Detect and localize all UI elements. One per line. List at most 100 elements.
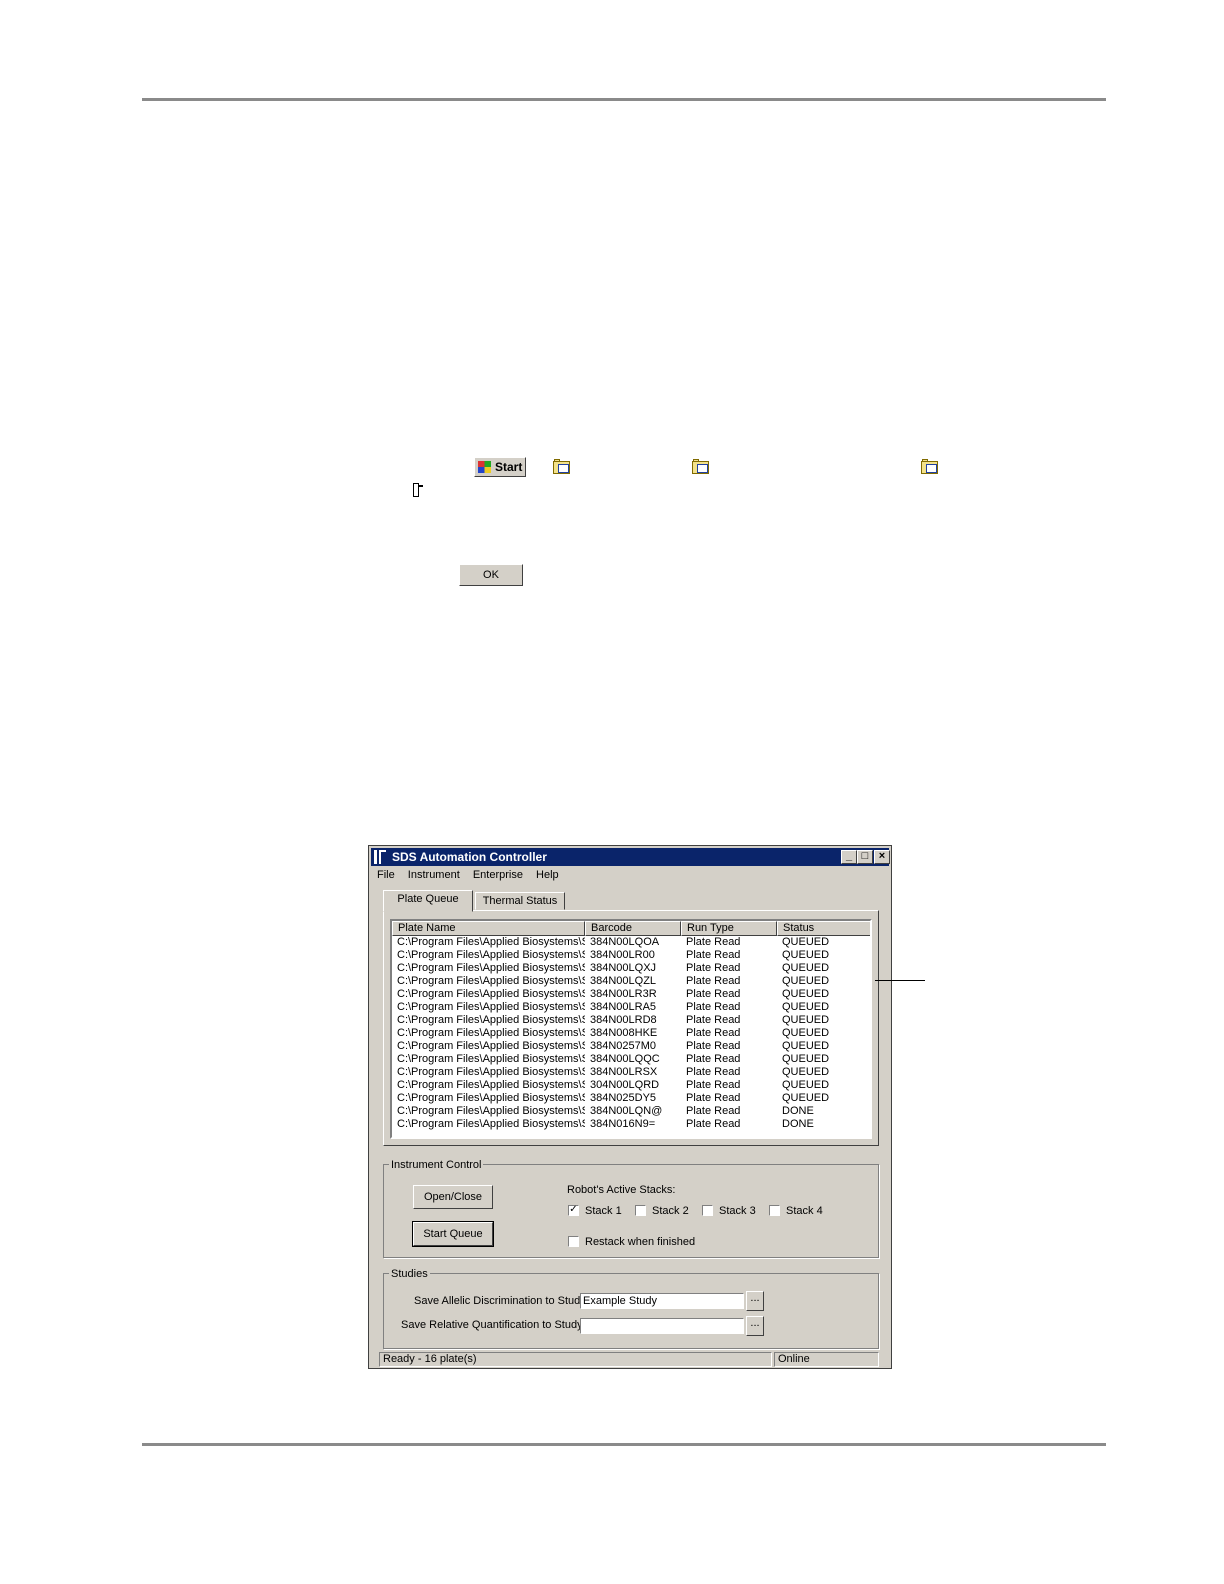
row-plate-name: C:\Program Files\Applied Biosystems\S... bbox=[397, 936, 585, 948]
checkbox-box: ✓ bbox=[568, 1204, 579, 1216]
row-status: QUEUED bbox=[782, 1001, 830, 1013]
close-button[interactable]: × bbox=[874, 850, 890, 864]
column-barcode[interactable]: Barcode bbox=[585, 921, 681, 936]
row-plate-name: C:\Program Files\Applied Biosystems\S... bbox=[397, 975, 585, 987]
column-status[interactable]: Status bbox=[777, 921, 870, 936]
stack-1-checkbox[interactable]: ✓ Stack 1 bbox=[568, 1205, 628, 1219]
minimize-button[interactable]: _ bbox=[841, 850, 857, 864]
row-plate-name: C:\Program Files\Applied Biosystems\S... bbox=[397, 1118, 585, 1130]
row-run-type: Plate Read bbox=[686, 1014, 741, 1026]
table-row[interactable]: C:\Program Files\Applied Biosystems\S...… bbox=[392, 975, 870, 988]
maximize-button[interactable]: □ bbox=[857, 850, 873, 864]
ok-button-icon: OK bbox=[459, 564, 523, 586]
column-run-type[interactable]: Run Type bbox=[681, 921, 777, 936]
title-bar[interactable]: SDS Automation Controller _ □ × bbox=[371, 848, 890, 866]
row-status: QUEUED bbox=[782, 962, 830, 974]
callout-line bbox=[875, 980, 925, 981]
table-row[interactable]: C:\Program Files\Applied Biosystems\S...… bbox=[392, 1079, 870, 1092]
program-folder-icon bbox=[921, 459, 938, 474]
stack-2-checkbox[interactable]: Stack 2 bbox=[635, 1205, 695, 1219]
row-run-type: Plate Read bbox=[686, 1027, 741, 1039]
table-row[interactable]: C:\Program Files\Applied Biosystems\S...… bbox=[392, 1001, 870, 1014]
row-barcode: 384N00LQN@ bbox=[590, 1105, 663, 1117]
plate-queue-list[interactable]: Plate Name Barcode Run Type Status C:\Pr… bbox=[390, 919, 872, 1139]
allelic-study-browse-button[interactable]: ... bbox=[746, 1291, 764, 1311]
stack-2-label: Stack 2 bbox=[652, 1205, 689, 1217]
table-row[interactable]: C:\Program Files\Applied Biosystems\S...… bbox=[392, 1092, 870, 1105]
row-plate-name: C:\Program Files\Applied Biosystems\S... bbox=[397, 1066, 585, 1078]
tab-thermal-status[interactable]: Thermal Status bbox=[475, 892, 565, 910]
row-plate-name: C:\Program Files\Applied Biosystems\S... bbox=[397, 962, 585, 974]
row-status: QUEUED bbox=[782, 936, 830, 948]
row-run-type: Plate Read bbox=[686, 975, 741, 987]
row-run-type: Plate Read bbox=[686, 988, 741, 1000]
plate-queue-panel: Plate Name Barcode Run Type Status C:\Pr… bbox=[383, 910, 879, 1146]
row-status: QUEUED bbox=[782, 1079, 830, 1091]
menu-file[interactable]: File bbox=[377, 869, 395, 881]
stack-3-label: Stack 3 bbox=[719, 1205, 756, 1217]
row-barcode: 384N00LRSX bbox=[590, 1066, 658, 1078]
table-row[interactable]: C:\Program Files\Applied Biosystems\S...… bbox=[392, 949, 870, 962]
row-status: QUEUED bbox=[782, 988, 830, 1000]
menu-help[interactable]: Help bbox=[536, 869, 559, 881]
row-status: DONE bbox=[782, 1105, 814, 1117]
column-plate-name[interactable]: Plate Name bbox=[392, 921, 585, 936]
row-barcode: 304N00LQRD bbox=[590, 1079, 660, 1091]
program-folder-icon bbox=[553, 459, 570, 474]
stack-3-checkbox[interactable]: Stack 3 bbox=[702, 1205, 762, 1219]
start-queue-button[interactable]: Start Queue bbox=[412, 1221, 494, 1247]
checkbox-box bbox=[568, 1236, 579, 1247]
table-row[interactable]: C:\Program Files\Applied Biosystems\S...… bbox=[392, 1040, 870, 1053]
stack-4-label: Stack 4 bbox=[786, 1205, 823, 1217]
table-row[interactable]: C:\Program Files\Applied Biosystems\S...… bbox=[392, 962, 870, 975]
row-barcode: 384N00LQQC bbox=[590, 1053, 660, 1065]
tab-plate-queue[interactable]: Plate Queue bbox=[383, 890, 473, 912]
list-header: Plate Name Barcode Run Type Status bbox=[392, 921, 870, 936]
row-barcode: 384N00LR00 bbox=[590, 949, 655, 961]
table-row[interactable]: C:\Program Files\Applied Biosystems\S...… bbox=[392, 1105, 870, 1118]
footer-rule bbox=[142, 1443, 1106, 1446]
menu-instrument[interactable]: Instrument bbox=[408, 869, 460, 881]
menu-bar: File Instrument Enterprise Help bbox=[377, 869, 569, 885]
list-rows: C:\Program Files\Applied Biosystems\S...… bbox=[392, 936, 870, 1131]
allelic-study-input[interactable]: Example Study bbox=[580, 1293, 744, 1309]
relative-study-browse-button[interactable]: ... bbox=[746, 1316, 764, 1336]
table-row[interactable]: C:\Program Files\Applied Biosystems\S...… bbox=[392, 1118, 870, 1131]
table-row[interactable]: C:\Program Files\Applied Biosystems\S...… bbox=[392, 1066, 870, 1079]
window-title: SDS Automation Controller bbox=[392, 850, 547, 864]
row-status: QUEUED bbox=[782, 1092, 830, 1104]
row-run-type: Plate Read bbox=[686, 1105, 741, 1117]
table-row[interactable]: C:\Program Files\Applied Biosystems\S...… bbox=[392, 1053, 870, 1066]
open-close-button[interactable]: Open/Close bbox=[413, 1185, 493, 1209]
row-run-type: Plate Read bbox=[686, 1053, 741, 1065]
row-plate-name: C:\Program Files\Applied Biosystems\S... bbox=[397, 1014, 585, 1026]
row-plate-name: C:\Program Files\Applied Biosystems\S... bbox=[397, 988, 585, 1000]
row-run-type: Plate Read bbox=[686, 1001, 741, 1013]
relative-study-input[interactable] bbox=[580, 1318, 744, 1334]
checkbox-box bbox=[635, 1205, 646, 1216]
menu-enterprise[interactable]: Enterprise bbox=[473, 869, 523, 881]
start-button-icon: Start bbox=[474, 457, 526, 477]
table-row[interactable]: C:\Program Files\Applied Biosystems\S...… bbox=[392, 936, 870, 949]
stack-4-checkbox[interactable]: Stack 4 bbox=[769, 1205, 829, 1219]
stack-1-label: Stack 1 bbox=[585, 1205, 622, 1217]
active-stacks-label: Robot's Active Stacks: bbox=[567, 1184, 676, 1196]
table-row[interactable]: C:\Program Files\Applied Biosystems\S...… bbox=[392, 988, 870, 1001]
row-run-type: Plate Read bbox=[686, 1079, 741, 1091]
row-run-type: Plate Read bbox=[686, 962, 741, 974]
table-row[interactable]: C:\Program Files\Applied Biosystems\S...… bbox=[392, 1014, 870, 1027]
windows-logo-icon bbox=[478, 461, 491, 473]
row-run-type: Plate Read bbox=[686, 1040, 741, 1052]
row-run-type: Plate Read bbox=[686, 1066, 741, 1078]
row-status: QUEUED bbox=[782, 1053, 830, 1065]
row-barcode: 384N00LQZL bbox=[590, 975, 657, 987]
relative-study-label: Save Relative Quantification to Study: bbox=[401, 1319, 586, 1331]
row-status: QUEUED bbox=[782, 1014, 830, 1026]
row-status: QUEUED bbox=[782, 1027, 830, 1039]
table-row[interactable]: C:\Program Files\Applied Biosystems\S...… bbox=[392, 1027, 870, 1040]
row-run-type: Plate Read bbox=[686, 949, 741, 961]
connection-status: Online bbox=[774, 1352, 879, 1367]
restack-checkbox[interactable]: Restack when finished bbox=[568, 1236, 698, 1250]
row-barcode: 384N00LRA5 bbox=[590, 1001, 657, 1013]
row-run-type: Plate Read bbox=[686, 936, 741, 948]
